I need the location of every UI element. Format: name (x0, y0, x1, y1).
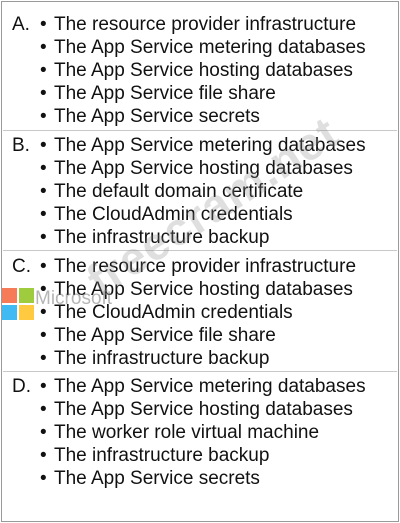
list-item: • The App Service hosting databases (40, 60, 353, 81)
option-letter: B. (12, 135, 30, 156)
microsoft-logo-icon (2, 288, 34, 320)
list-item: • The App Service metering databases (40, 135, 366, 156)
list-item: • The App Service file share (40, 83, 276, 104)
logo-square-red (2, 288, 17, 303)
option-letter: A. (12, 14, 30, 35)
list-item: • The App Service metering databases (40, 376, 366, 397)
divider (3, 130, 397, 131)
list-item: • The App Service hosting databases (40, 399, 353, 420)
option-list: • The resource provider infrastructure • T… (40, 255, 356, 370)
logo-square-blue (2, 305, 17, 320)
option-list: • The App Service metering databases • The… (40, 375, 366, 490)
list-item: • The infrastructure backup (40, 227, 270, 248)
list-item: • The infrastructure backup (40, 445, 270, 466)
list-item: • The default domain certificate (40, 181, 304, 202)
list-item: • The App Service secrets (40, 468, 260, 489)
option-list: • The App Service metering databases • The… (40, 134, 366, 249)
logo-square-green (19, 288, 34, 303)
list-item: • The App Service metering databases (40, 37, 366, 58)
option-letter: C. (12, 256, 31, 277)
list-item: • The resource provider infrastructure (40, 256, 357, 277)
answer-options-panel: A. • The resource provider infrastructure… (1, 1, 399, 522)
divider (3, 371, 397, 372)
option-list: • The resource provider infrastructure • T… (40, 13, 366, 128)
option-letter: D. (12, 376, 31, 397)
list-item: • The App Service file share (40, 325, 276, 346)
list-item: • The App Service hosting databases (40, 158, 353, 179)
list-item: • The App Service secrets (40, 106, 260, 127)
list-item: • The worker role virtual machine (40, 422, 320, 443)
list-item: • The infrastructure backup (40, 348, 270, 369)
list-item: • The CloudAdmin credentials (40, 302, 293, 323)
divider (3, 250, 397, 251)
list-item: • The App Service hosting databases (40, 279, 353, 300)
list-item: • The CloudAdmin credentials (40, 204, 293, 225)
logo-square-yellow (19, 305, 34, 320)
list-item: • The resource provider infrastructure (40, 14, 357, 35)
